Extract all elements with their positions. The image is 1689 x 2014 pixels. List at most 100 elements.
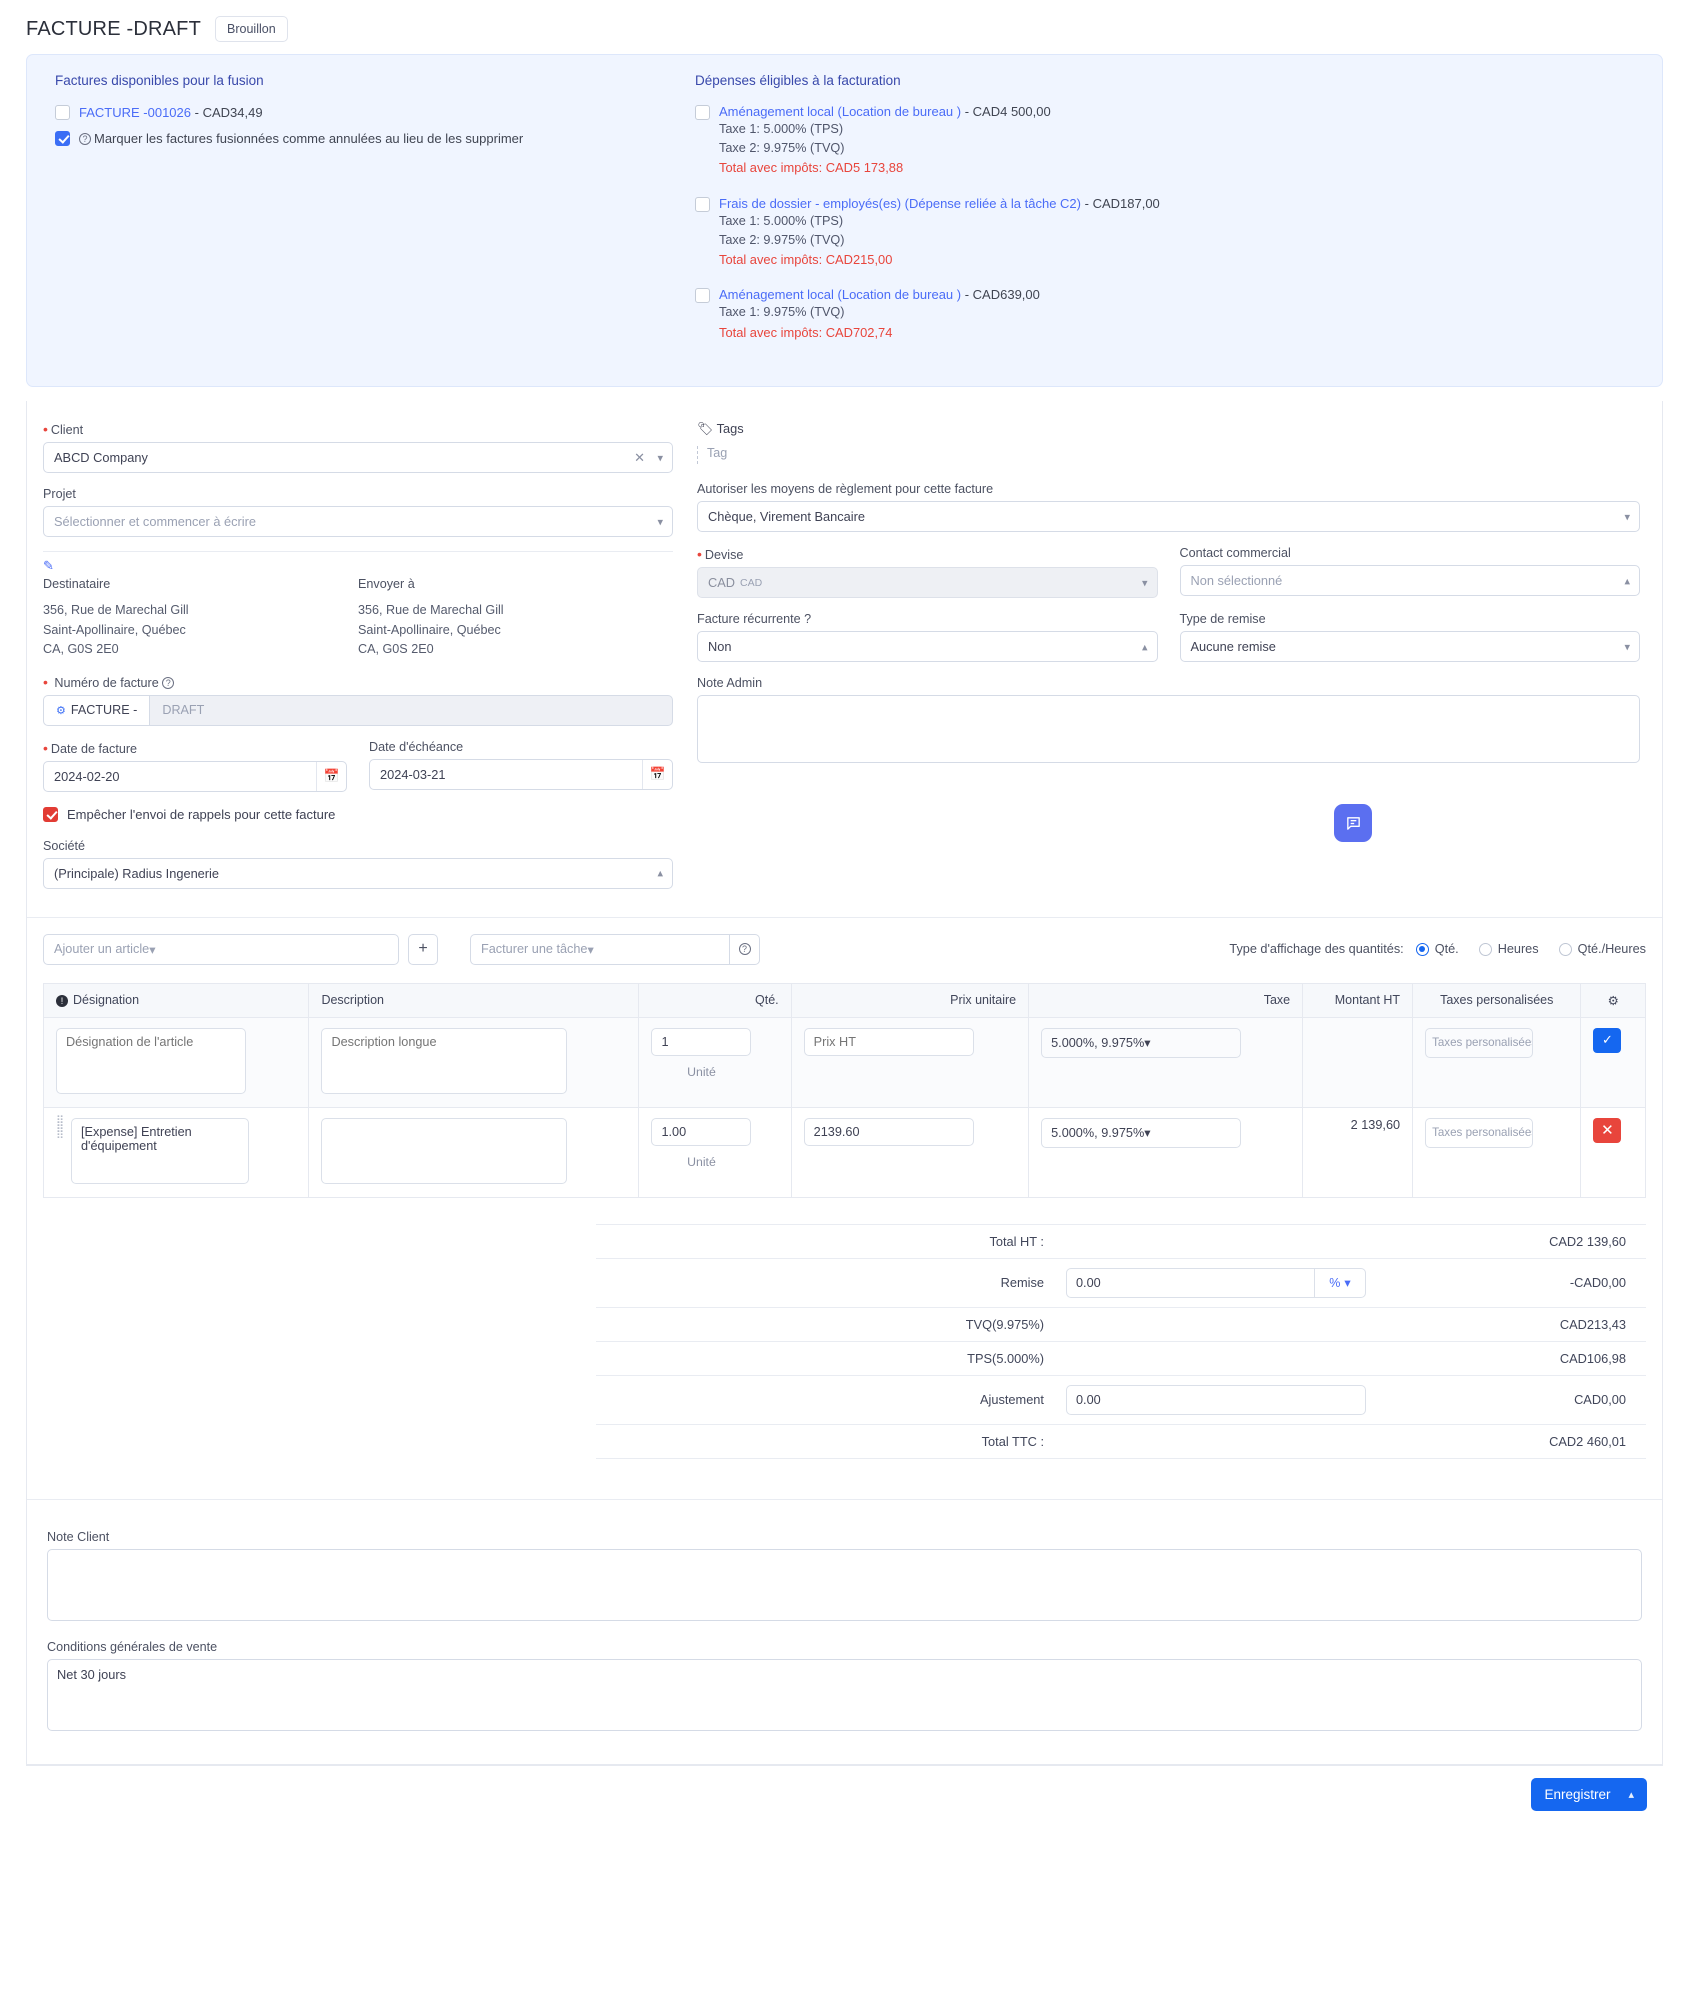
new-qty-input[interactable] xyxy=(651,1027,752,1056)
facture-recurrente-select[interactable]: Non ▴ xyxy=(697,631,1158,663)
new-designation-input[interactable] xyxy=(56,1027,246,1094)
payment-methods-select[interactable]: Chèque, Virement Bancaire ▾ xyxy=(697,501,1640,533)
expense-checkbox[interactable] xyxy=(695,105,710,120)
help-icon[interactable]: ? xyxy=(162,676,175,689)
reminder-checkbox[interactable] xyxy=(43,806,58,822)
chevron-down-icon[interactable]: ▾ xyxy=(657,451,663,464)
merge-cancel-option-checkbox[interactable] xyxy=(55,130,70,146)
address-line-3: CA, G0S 2E0 xyxy=(358,642,434,657)
expense-label[interactable]: Aménagement local (Location de bureau ) xyxy=(719,287,961,302)
chevron-down-icon[interactable]: ▾ xyxy=(657,515,663,528)
new-price-input[interactable] xyxy=(803,1027,974,1056)
expense-checkbox[interactable] xyxy=(695,288,710,304)
expense-label[interactable]: Aménagement local (Location de bureau ) xyxy=(719,104,961,119)
chevron-down-icon[interactable]: ▾ xyxy=(149,942,155,957)
row-designation-input[interactable] xyxy=(71,1117,249,1184)
delete-row-button[interactable]: ✕ xyxy=(1593,1117,1622,1143)
remise-input[interactable] xyxy=(1066,1267,1314,1298)
merge-invoice-item[interactable]: FACTURE -001026 - CAD34,49 xyxy=(55,104,653,123)
contact-commercial-select[interactable]: Non sélectionné ▴ xyxy=(1179,565,1640,597)
qty-option-qte[interactable]: Qté. xyxy=(1415,942,1459,957)
expense-checkbox[interactable] xyxy=(695,196,710,212)
chevron-down-icon[interactable]: ▾ xyxy=(1144,1035,1150,1050)
merge-invoice-amount: - CAD34,49 xyxy=(194,105,263,120)
col-description: Description xyxy=(308,982,640,1018)
facturer-tache-select[interactable]: Facturer une tâche ▾ xyxy=(470,933,730,965)
new-tax-select[interactable]: 5.000%, 9.975% ▾ xyxy=(1041,1027,1242,1058)
chat-button[interactable] xyxy=(1334,804,1372,843)
qty-option-qte-heures[interactable]: Qté./Heures xyxy=(1558,942,1646,956)
type-remise-select[interactable]: Aucune remise ▾ xyxy=(1179,631,1640,663)
edit-pencil-icon[interactable]: ✎ xyxy=(43,558,358,574)
remise-unit-select[interactable]: % ▾ xyxy=(1314,1267,1366,1298)
numero-facture-group: Numéro de facture ? ⚙ FACTURE - DRAFT xyxy=(43,674,673,726)
ajustement-input[interactable] xyxy=(1066,1384,1366,1415)
row-description-input[interactable] xyxy=(321,1117,568,1184)
date-facture-value: 2024-02-20 xyxy=(54,768,120,784)
note-admin-label: Note Admin xyxy=(697,676,763,691)
numero-prefix[interactable]: ⚙ FACTURE - xyxy=(43,694,150,726)
total-ttc-value: CAD2 460,01 xyxy=(1396,1423,1646,1459)
chevron-up-icon[interactable]: ▴ xyxy=(1142,640,1148,653)
confirm-row-button[interactable]: ✓ xyxy=(1593,1027,1622,1053)
status-badge: Brouillon xyxy=(215,16,288,42)
add-article-select[interactable]: Ajouter un article ▾ xyxy=(43,933,399,965)
row-custom-tax-placeholder: Taxes personalisées xyxy=(1432,1126,1534,1140)
add-item-button[interactable]: + xyxy=(408,933,438,965)
new-custom-tax-select[interactable]: Taxes personalisées ▾ xyxy=(1425,1027,1534,1058)
chevron-down-icon[interactable]: ▾ xyxy=(588,942,594,957)
merge-invoice-label[interactable]: FACTURE -001026 xyxy=(79,105,191,120)
numero-facture-field[interactable]: ⚙ FACTURE - DRAFT xyxy=(43,694,673,726)
expense-label[interactable]: Frais de dossier - employés(es) (Dépense… xyxy=(719,196,1081,211)
merge-cancel-option-label: Marquer les factures fusionnées comme an… xyxy=(94,130,524,146)
new-description-input[interactable] xyxy=(321,1027,568,1094)
remise-field[interactable]: % ▾ xyxy=(1066,1267,1366,1298)
calendar-icon[interactable]: 📅 xyxy=(642,759,672,789)
qty-option-heures[interactable]: Heures xyxy=(1478,942,1539,956)
tag-input[interactable]: Tag xyxy=(697,446,1640,465)
reminder-row[interactable]: Empêcher l'envoi de rappels pour cette f… xyxy=(43,806,673,825)
row-qty-input[interactable] xyxy=(651,1117,752,1146)
radio-icon[interactable] xyxy=(1478,942,1492,956)
societe-select[interactable]: (Principale) Radius Ingenerie ▴ xyxy=(43,857,673,889)
gear-icon[interactable]: ⚙ xyxy=(56,704,66,717)
date-facture-input[interactable]: 2024-02-20 📅 xyxy=(43,760,347,792)
client-select[interactable]: ABCD Company ✕ ▾ xyxy=(43,442,673,474)
reminder-label: Empêcher l'envoi de rappels pour cette f… xyxy=(67,806,336,822)
date-echeance-input[interactable]: 2024-03-21 📅 xyxy=(369,758,673,790)
devise-select[interactable]: CAD CAD ▾ xyxy=(697,567,1158,599)
chevron-down-icon[interactable]: ▾ xyxy=(1624,510,1630,523)
row-price-input[interactable] xyxy=(803,1117,974,1146)
table-row: ⣿⣿⣿ Unité xyxy=(42,1106,1646,1198)
drag-handle[interactable]: ⣿ ⣿ ⣿ xyxy=(56,1115,64,1184)
chevron-down-icon[interactable]: ▾ xyxy=(1344,1275,1350,1290)
row-custom-tax-select[interactable]: Taxes personalisées ▾ xyxy=(1425,1117,1534,1148)
calendar-icon[interactable]: 📅 xyxy=(316,761,346,791)
merge-cancel-option-row[interactable]: ? Marquer les factures fusionnées comme a… xyxy=(55,130,653,149)
contact-commercial-label: Contact commercial xyxy=(1179,546,1291,561)
row-tax-select[interactable]: 5.000%, 9.975% ▾ xyxy=(1041,1117,1242,1148)
chevron-down-icon[interactable]: ▾ xyxy=(1624,640,1630,653)
qty-option-label: Qté. xyxy=(1434,942,1459,957)
gear-icon[interactable]: ⚙ xyxy=(1580,982,1646,1018)
numero-value[interactable]: DRAFT xyxy=(149,694,673,726)
chevron-up-icon[interactable]: ▴ xyxy=(1624,574,1630,587)
cgv-textarea[interactable] xyxy=(47,1658,1642,1731)
radio-icon[interactable] xyxy=(1558,942,1572,956)
radio-icon[interactable] xyxy=(1415,942,1429,956)
chevron-up-icon[interactable]: ▴ xyxy=(657,867,663,880)
expense-tax1: Taxe 1: 5.000% (TPS) xyxy=(719,213,844,228)
chevron-down-icon[interactable]: ▾ xyxy=(1142,576,1148,589)
col-prix-unitaire: Prix unitaire xyxy=(790,982,1030,1018)
close-icon[interactable]: ✕ xyxy=(634,450,645,466)
note-client-textarea[interactable] xyxy=(47,1548,1642,1621)
chevron-up-icon[interactable]: ▴ xyxy=(1628,1788,1634,1801)
info-icon: ? xyxy=(79,132,91,145)
note-admin-textarea[interactable] xyxy=(697,695,1640,764)
task-help-button[interactable]: ? xyxy=(730,933,760,965)
projet-select[interactable]: Sélectionner et commencer à écrire ▾ xyxy=(43,506,673,538)
merge-invoice-checkbox[interactable] xyxy=(55,105,70,120)
save-button[interactable]: Enregistrer ▴ xyxy=(1531,1777,1647,1811)
chevron-down-icon[interactable]: ▾ xyxy=(1144,1125,1150,1140)
devise-contact-row: Devise CAD CAD ▾ Contact commercial Non … xyxy=(697,546,1640,599)
